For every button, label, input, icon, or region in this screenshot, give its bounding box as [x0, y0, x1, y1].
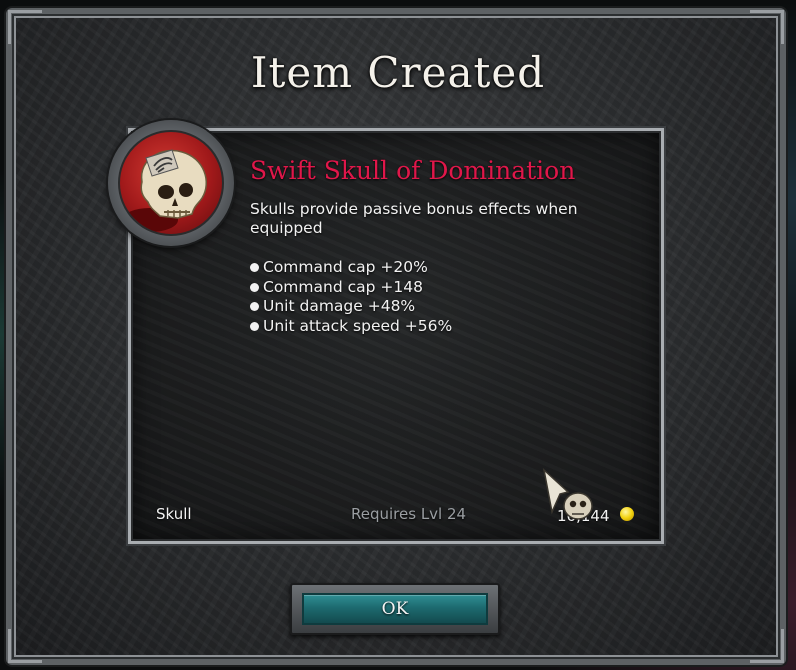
- stat-line: Unit attack speed +56%: [250, 317, 452, 337]
- level-requirement: Requires Lvl 24: [351, 505, 467, 523]
- stat-text: Unit damage +48%: [263, 297, 416, 315]
- item-name: Swift Skull of Domination: [250, 156, 576, 185]
- cursor-icon: [542, 467, 596, 526]
- stat-text: Unit attack speed +56%: [263, 316, 453, 335]
- frame-corner: [8, 629, 42, 663]
- skull-item-icon: [118, 130, 224, 236]
- item-medallion: [108, 120, 234, 246]
- frame-corner: [750, 10, 784, 44]
- bullet-icon: [250, 263, 259, 273]
- ok-button[interactable]: OK: [302, 593, 488, 625]
- stat-text: Command cap +20%: [263, 258, 428, 276]
- item-description: Skulls provide passive bonus effects whe…: [250, 200, 578, 237]
- dialog-title: Item Created: [250, 48, 546, 97]
- stat-text: Command cap +148: [263, 277, 423, 296]
- bullet-icon: [250, 282, 259, 292]
- frame-corner: [750, 629, 784, 663]
- gold-coin-icon: [620, 507, 634, 521]
- frame-corner: [8, 10, 42, 44]
- stat-line: Command cap +148: [250, 278, 452, 298]
- item-type: Skull: [156, 505, 192, 523]
- stat-line: Command cap +20%: [250, 258, 452, 278]
- item-stats-list: Command cap +20% Command cap +148 Unit d…: [250, 258, 452, 336]
- ok-button-frame: OK: [290, 583, 500, 635]
- bullet-icon: [250, 302, 259, 312]
- bullet-icon: [250, 321, 259, 331]
- stat-line: Unit damage +48%: [250, 297, 452, 317]
